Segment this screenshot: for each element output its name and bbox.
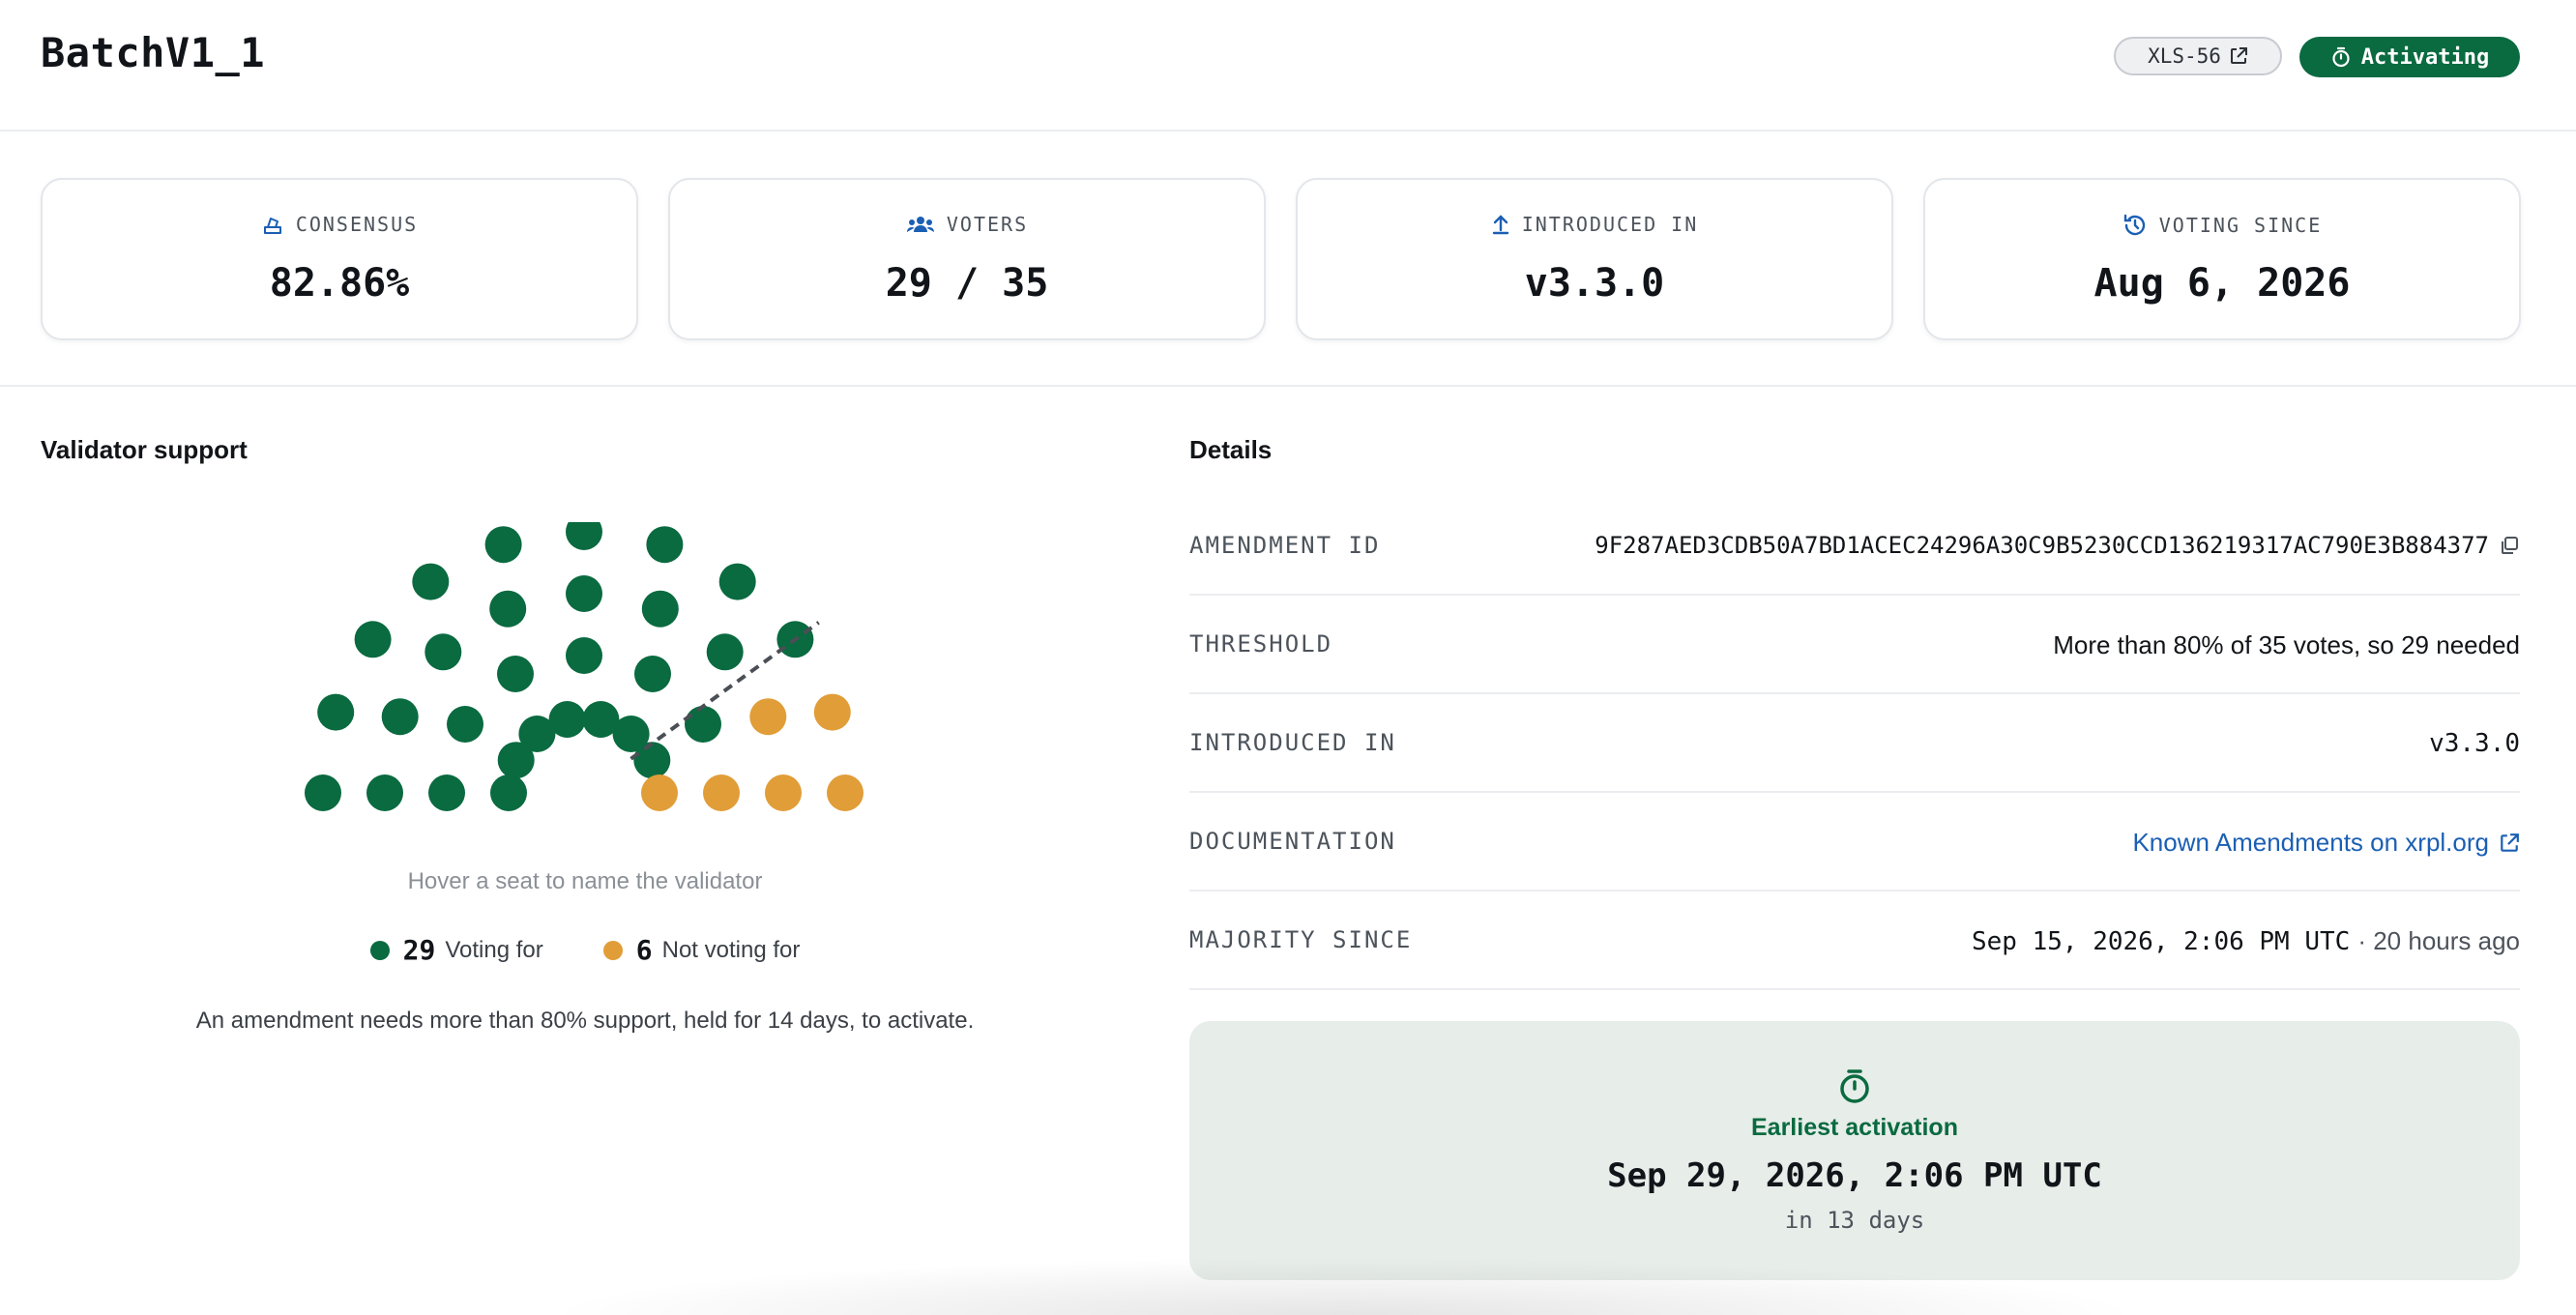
stat-label: VOTING SINCE xyxy=(2158,214,2323,237)
detail-label: THRESHOLD xyxy=(1189,630,1333,658)
activation-date: Sep 29, 2026, 2:06 PM UTC xyxy=(1607,1156,2102,1195)
seat-voting-for[interactable] xyxy=(706,633,744,671)
legend-against-count: 6 xyxy=(635,934,653,966)
stopwatch-icon xyxy=(2332,46,2350,68)
scroll-shadow xyxy=(542,1257,2147,1315)
activation-label: Earliest activation xyxy=(1751,1114,1958,1141)
xls-badge-label: XLS-56 xyxy=(2148,44,2221,68)
external-link-icon xyxy=(2230,47,2247,64)
details-title: Details xyxy=(1189,435,1273,464)
history-icon xyxy=(2123,214,2145,236)
legend-for-count: 29 xyxy=(402,934,436,966)
hover-hint: Hover a seat to name the validator xyxy=(407,868,763,894)
introduced-value: v3.3.0 xyxy=(2429,729,2520,758)
vote-legend: 29 Voting for 6 Not voting for xyxy=(0,934,1170,966)
stat-card-voters: VOTERS 29 / 35 xyxy=(668,178,1266,340)
stat-card-consensus: CONSENSUS 82.86% xyxy=(41,178,638,340)
seat-voting-for[interactable] xyxy=(428,774,465,811)
detail-row-documentation: DOCUMENTATION Known Amendments on xrpl.o… xyxy=(1189,795,2520,891)
seat-voting-for[interactable] xyxy=(634,656,671,692)
stat-value: Aug 6, 2026 xyxy=(2093,261,2351,306)
seat-not-voting[interactable] xyxy=(827,774,864,811)
amendment-id-value: 9F287AED3CDB50A7BD1ACEC24296A30C9B5230CC… xyxy=(1595,532,2489,559)
page-title: BatchV1_1 xyxy=(41,29,266,76)
legend-against-label: Not voting for xyxy=(661,936,801,963)
detail-label: MAJORITY SINCE xyxy=(1189,926,1413,953)
header-divider xyxy=(0,130,2576,132)
stat-label: CONSENSUS xyxy=(295,213,419,236)
users-icon xyxy=(906,217,934,232)
status-badge-label: Activating xyxy=(2360,44,2490,70)
activation-rule-note: An amendment needs more than 80% support… xyxy=(195,1008,975,1034)
seat-voting-for[interactable] xyxy=(633,742,671,779)
seat-voting-for[interactable] xyxy=(317,693,355,731)
detail-label: DOCUMENTATION xyxy=(1189,828,1396,855)
seat-voting-for[interactable] xyxy=(366,774,403,811)
seat-voting-for[interactable] xyxy=(489,590,527,628)
legend-against-dot xyxy=(602,940,623,960)
stat-value: 82.86% xyxy=(269,261,410,306)
detail-row-threshold: THRESHOLD More than 80% of 35 votes, so … xyxy=(1189,598,2520,694)
seat-voting-for[interactable] xyxy=(685,706,721,743)
seat-voting-for[interactable] xyxy=(424,633,462,671)
parliament-seat-chart xyxy=(305,522,864,811)
stat-label: INTRODUCED IN xyxy=(1521,213,1699,236)
seat-voting-for[interactable] xyxy=(490,774,527,811)
stat-value: v3.3.0 xyxy=(1524,261,1665,306)
majority-since-relative: · 20 hours ago xyxy=(2357,926,2520,955)
seat-not-voting[interactable] xyxy=(765,774,802,811)
status-badge: Activating xyxy=(2299,37,2520,77)
stat-value: 29 / 35 xyxy=(885,261,1049,306)
activation-relative: in 13 days xyxy=(1784,1207,1925,1234)
seat-voting-for[interactable] xyxy=(305,774,341,811)
documentation-link-text: Known Amendments on xrpl.org xyxy=(2132,828,2489,857)
ballot-icon xyxy=(263,218,281,234)
documentation-link[interactable]: Known Amendments on xrpl.org xyxy=(2132,828,2520,858)
stat-card-introduced: INTRODUCED IN v3.3.0 xyxy=(1296,178,1893,340)
detail-row-amendment-id: AMENDMENT ID 9F287AED3CDB50A7BD1ACEC2429… xyxy=(1189,499,2520,596)
stats-divider xyxy=(0,385,2576,387)
threshold-value: More than 80% of 35 votes, so 29 needed xyxy=(2053,630,2520,659)
majority-since-value: Sep 15, 2026, 2:06 PM UTC xyxy=(1971,926,2351,956)
detail-row-majority-since: MAJORITY SINCE Sep 15, 2026, 2:06 PM UTC… xyxy=(1189,893,2520,990)
seat-voting-for[interactable] xyxy=(548,701,586,738)
seat-not-voting[interactable] xyxy=(749,698,787,736)
upload-arrow-icon xyxy=(1492,215,1508,235)
seat-not-voting[interactable] xyxy=(641,774,678,811)
seat-voting-for[interactable] xyxy=(381,698,419,736)
detail-row-introduced: INTRODUCED IN v3.3.0 xyxy=(1189,696,2520,793)
seat-voting-for[interactable] xyxy=(354,621,392,658)
seat-voting-for[interactable] xyxy=(447,706,483,743)
external-link-icon xyxy=(2501,833,2519,852)
seat-voting-for[interactable] xyxy=(641,590,679,628)
seat-voting-for[interactable] xyxy=(484,526,522,564)
xls-link-badge[interactable]: XLS-56 xyxy=(2114,37,2282,75)
stat-label: VOTERS xyxy=(946,213,1029,236)
seat-not-voting[interactable] xyxy=(703,774,740,811)
legend-for-label: Voting for xyxy=(445,936,543,963)
stopwatch-icon xyxy=(1840,1069,1869,1103)
detail-label: INTRODUCED IN xyxy=(1189,729,1396,756)
legend-for-dot xyxy=(369,940,390,960)
validator-support-title: Validator support xyxy=(41,435,248,464)
seat-voting-for[interactable] xyxy=(566,637,602,674)
seat-voting-for[interactable] xyxy=(566,575,602,612)
seat-voting-for[interactable] xyxy=(646,526,684,564)
seat-voting-for[interactable] xyxy=(718,563,756,600)
copy-icon[interactable] xyxy=(2499,535,2520,556)
seat-voting-for[interactable] xyxy=(412,563,450,600)
earliest-activation-panel: Earliest activation Sep 29, 2026, 2:06 P… xyxy=(1189,1021,2520,1280)
seat-voting-for[interactable] xyxy=(566,522,602,550)
seat-voting-for[interactable] xyxy=(497,656,534,692)
stat-card-voting-since: VOTING SINCE Aug 6, 2026 xyxy=(1923,178,2521,340)
detail-label: AMENDMENT ID xyxy=(1189,532,1381,559)
seat-not-voting[interactable] xyxy=(813,693,851,731)
